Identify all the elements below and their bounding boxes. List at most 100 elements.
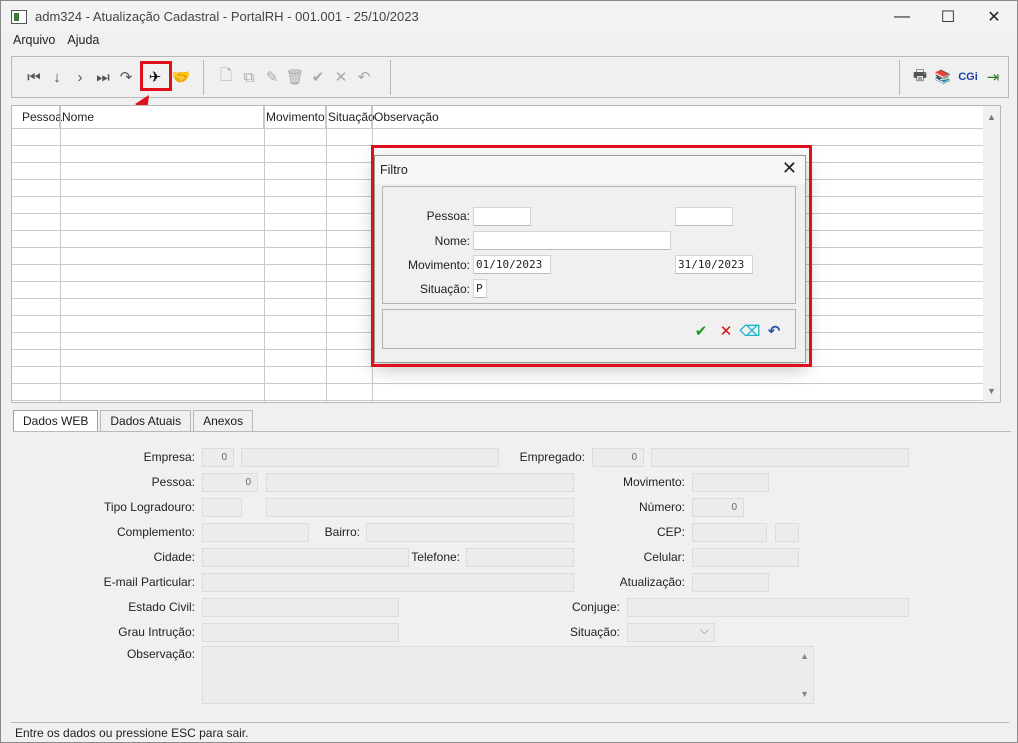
empresa-name-field[interactable] [241, 448, 499, 467]
empregado-name-field[interactable] [651, 448, 909, 467]
memo-scroll-down-icon[interactable]: ▼ [800, 689, 809, 699]
cidade-label: Cidade: [153, 550, 195, 564]
handshake-icon[interactable]: 🤝 [171, 66, 191, 88]
tab-dados-web[interactable]: Dados WEB [13, 410, 99, 432]
complemento-label: Complemento: [116, 525, 195, 539]
new-document-icon[interactable]: 🗋 [216, 66, 236, 88]
grid-column-line [326, 106, 327, 402]
atualizacao-label: Atualização: [619, 575, 685, 589]
situacao-select[interactable] [627, 622, 715, 642]
grau-instrucao-field[interactable] [202, 623, 399, 642]
conjuge-label: Conjuge: [571, 600, 620, 614]
email-label: E-mail Particular: [103, 575, 195, 589]
estado-civil-label: Estado Civil: [128, 600, 195, 614]
movimento-label: Movimento: [622, 475, 685, 489]
refresh-icon[interactable]: ↷ [116, 66, 136, 88]
confirm-check-icon[interactable]: ✔ [308, 66, 328, 88]
grid-column-line [60, 106, 61, 402]
observacao-memo[interactable]: ▲ ▼ [202, 646, 814, 704]
toolbar-separator [390, 60, 391, 95]
col-nome[interactable]: Nome [60, 106, 264, 128]
previous-record-icon[interactable]: ↓ [47, 66, 67, 88]
next-record-icon[interactable]: › [70, 66, 90, 88]
delete-trash-icon[interactable]: 🗑 [285, 66, 305, 88]
toolbar-separator [899, 60, 900, 95]
atualizacao-field[interactable] [692, 573, 769, 592]
bairro-label: Bairro: [324, 525, 360, 539]
window-controls: — ☐ ✕ [879, 1, 1017, 32]
maximize-icon[interactable]: ☐ [925, 1, 971, 32]
grid-row-line [12, 400, 984, 401]
grid-row-line [12, 128, 984, 129]
window-title: adm324 - Atualização Cadastral - PortalR… [35, 9, 419, 24]
memo-scroll-up-icon[interactable]: ▲ [800, 651, 809, 661]
empregado-code-field[interactable]: 0 [592, 448, 644, 467]
col-situacao[interactable]: Situação [326, 106, 375, 128]
first-record-icon[interactable]: ⏮ [24, 66, 44, 88]
copy-icon[interactable]: ⧉ [239, 66, 259, 88]
main-window: adm324 - Atualização Cadastral - PortalR… [0, 0, 1018, 743]
email-field[interactable] [202, 573, 574, 592]
highlight-filter-button [140, 61, 172, 91]
books-icon[interactable]: 📚 [933, 66, 953, 88]
minimize-icon[interactable]: — [879, 1, 925, 32]
conjuge-field[interactable] [627, 598, 909, 617]
telefone-label: Telefone: [411, 550, 460, 564]
empresa-code-field[interactable]: 0 [202, 448, 234, 467]
celular-field[interactable] [692, 548, 799, 567]
edit-icon[interactable]: ✎ [262, 66, 282, 88]
status-bar: Entre os dados ou pressione ESC para sai… [11, 722, 1009, 742]
empresa-label: Empresa: [143, 450, 195, 464]
scroll-up-icon[interactable]: ▲ [987, 112, 996, 122]
toolbar-right-group: 🖶 📚 CGi ⇥ [910, 63, 1006, 91]
grau-instrucao-label: Grau Intrução: [118, 625, 195, 639]
observacao-label: Observação: [126, 647, 195, 661]
col-movimento[interactable]: Movimento [264, 106, 326, 128]
col-observacao[interactable]: Observação [372, 106, 984, 128]
telefone-field[interactable] [466, 548, 574, 567]
grid-column-line [264, 106, 265, 402]
empregado-label: Empregado: [519, 450, 585, 464]
col-pessoa[interactable]: Pessoa [12, 106, 62, 128]
cep-field[interactable] [692, 523, 767, 542]
numero-field[interactable]: 0 [692, 498, 744, 517]
toolbar-separator [203, 60, 204, 95]
menu-ajuda[interactable]: Ajuda [61, 32, 105, 50]
toolbar-edit-group: 🗋 ⧉ ✎ 🗑 ✔ ✕ ↶ [216, 63, 377, 91]
tipo-logradouro-code-field[interactable] [202, 498, 242, 517]
grid-row-line [12, 383, 984, 384]
complemento-field[interactable] [202, 523, 309, 542]
cep-label: CEP: [656, 525, 685, 539]
situacao-label: Situação: [569, 625, 620, 639]
tab-anexos[interactable]: Anexos [193, 410, 254, 432]
menu-bar: Arquivo Ajuda [1, 32, 1017, 50]
tab-strip: Dados WEB Dados Atuais Anexos [13, 410, 255, 432]
bairro-field[interactable] [366, 523, 574, 542]
cep-suffix-field[interactable] [775, 523, 799, 542]
undo-icon[interactable]: ↶ [354, 66, 374, 88]
logradouro-field[interactable] [266, 498, 574, 517]
cidade-field[interactable] [202, 548, 409, 567]
pessoa-code-field[interactable]: 0 [202, 473, 258, 492]
cgi-icon[interactable]: CGi [956, 66, 980, 88]
scroll-down-icon[interactable]: ▼ [987, 386, 996, 396]
cancel-x-icon[interactable]: ✕ [331, 66, 351, 88]
grid-scrollbar[interactable]: ▲ ▼ [983, 106, 1000, 402]
tipo-logradouro-label: Tipo Logradouro: [104, 500, 195, 514]
highlight-filter-dialog [371, 145, 812, 367]
exit-door-icon[interactable]: ⇥ [983, 66, 1003, 88]
numero-label: Número: [638, 500, 685, 514]
pessoa-label: Pessoa: [151, 475, 195, 489]
printer-icon[interactable]: 🖶 [910, 66, 930, 88]
title-bar: adm324 - Atualização Cadastral - PortalR… [1, 1, 1017, 32]
menu-arquivo[interactable]: Arquivo [7, 32, 61, 50]
app-icon [11, 9, 27, 24]
close-icon[interactable]: ✕ [971, 1, 1017, 32]
last-record-icon[interactable]: ⏭ [93, 66, 113, 88]
pessoa-name-field[interactable] [266, 473, 574, 492]
estado-civil-field[interactable] [202, 598, 399, 617]
celular-label: Celular: [643, 550, 685, 564]
tab-dados-atuais[interactable]: Dados Atuais [100, 410, 192, 432]
grid-header: Pessoa Nome Movimento Situação Observaçã… [12, 106, 984, 128]
movimento-field[interactable] [692, 473, 769, 492]
